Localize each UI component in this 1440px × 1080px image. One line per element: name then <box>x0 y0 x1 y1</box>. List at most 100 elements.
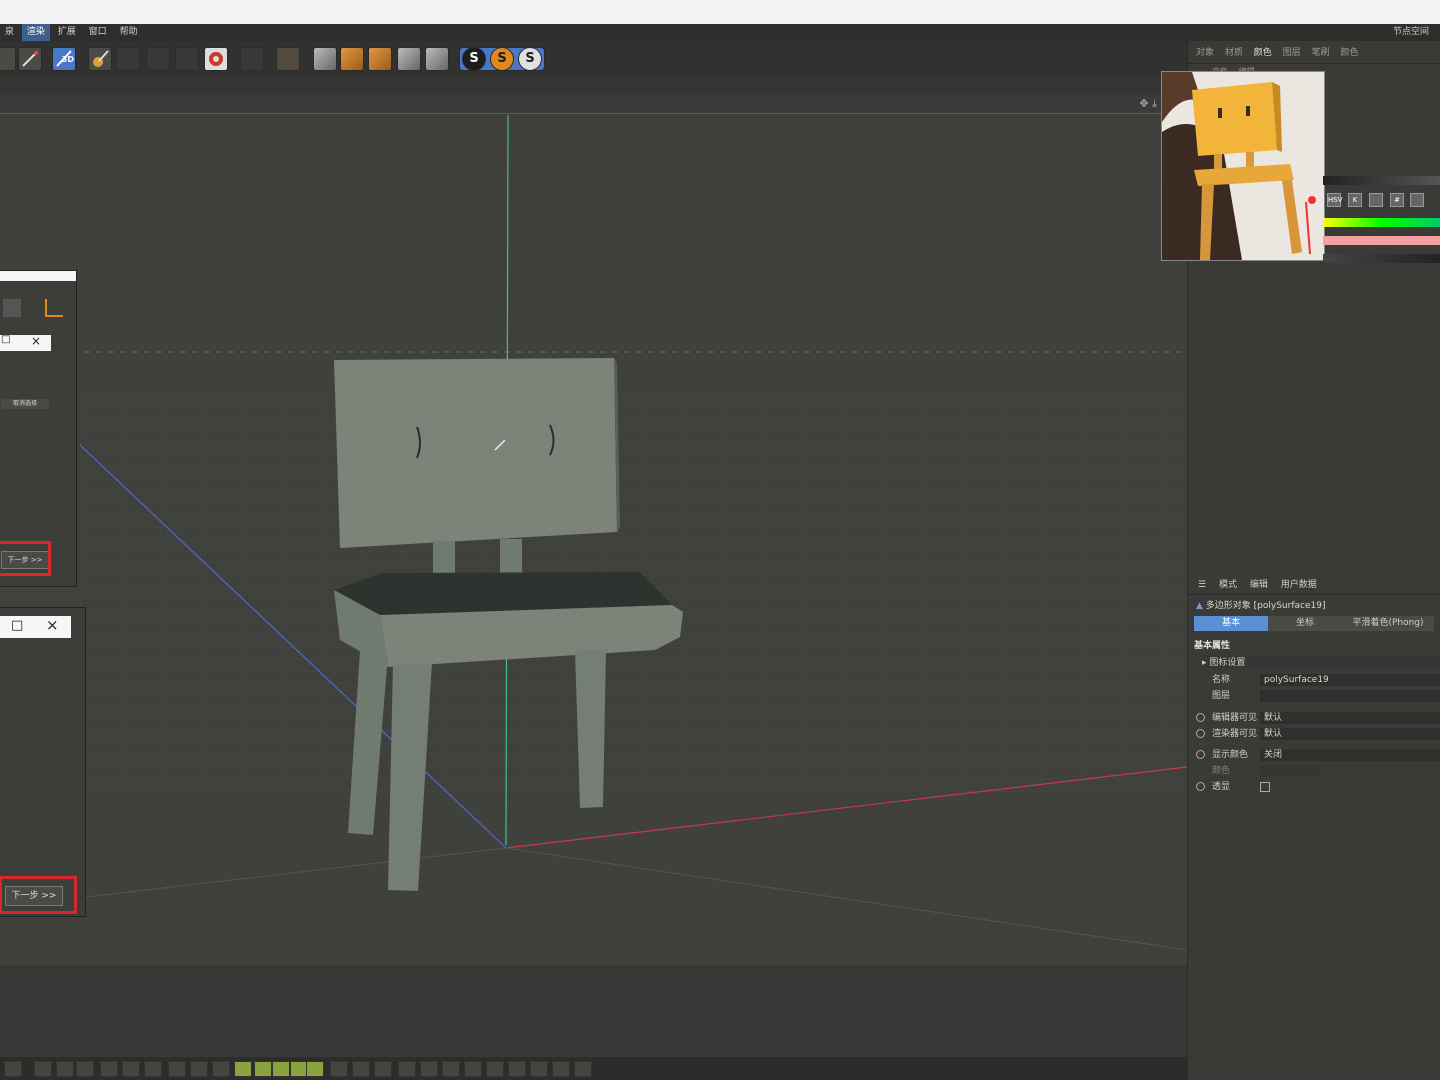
guitar-paint-icon[interactable] <box>88 47 112 71</box>
menu-item-0[interactable]: 泉 <box>0 24 19 41</box>
dialog-inner-titlebar: □ × <box>0 334 51 351</box>
tool-dim-icon[interactable] <box>116 47 140 71</box>
tab-objects[interactable]: 对象 <box>1196 45 1214 58</box>
menu-item-window[interactable]: 窗口 <box>84 24 112 41</box>
animate-radio[interactable] <box>1196 750 1205 759</box>
tab-phong[interactable]: 平滑着色(Phong) <box>1342 616 1434 631</box>
close-icon[interactable]: × <box>31 334 41 348</box>
tool-icon[interactable] <box>352 1061 370 1077</box>
tool-icon[interactable] <box>552 1061 570 1077</box>
tool-icon[interactable] <box>398 1061 416 1077</box>
tool-icon[interactable] <box>212 1061 230 1077</box>
tool-dim-icon[interactable] <box>175 47 199 71</box>
tool-icon[interactable] <box>34 1061 52 1077</box>
tool-icon[interactable] <box>464 1061 482 1077</box>
display-color-label: 显示颜色 <box>1212 750 1249 760</box>
tab-color[interactable]: 颜色 <box>1254 45 1272 58</box>
viewport-scene[interactable] <box>0 95 1187 1055</box>
name-field[interactable]: polySurface19 <box>1260 674 1440 686</box>
tool-icon[interactable] <box>190 1061 208 1077</box>
hamburger-icon[interactable]: ☰ <box>1198 580 1206 590</box>
color-picker[interactable] <box>1323 176 1440 266</box>
snap-icon[interactable] <box>254 1061 272 1077</box>
tab-materials[interactable]: 材质 <box>1225 45 1243 58</box>
tool-icon[interactable] <box>76 1061 94 1077</box>
snap-icon[interactable] <box>234 1061 252 1077</box>
3d-viewport[interactable]: ✥ ⤓ □ × 取消选择 下一步 >> □ × 下一步 >> <box>0 95 1187 1055</box>
attribute-tabs: 基本 坐标 平滑着色(Phong) <box>1194 616 1434 631</box>
k-button[interactable]: K <box>1348 193 1362 207</box>
tool-icon[interactable] <box>374 1061 392 1077</box>
checker-cube-icon[interactable] <box>313 47 337 71</box>
tool-icon[interactable] <box>100 1061 118 1077</box>
dialog-tool-icon[interactable] <box>3 299 21 317</box>
tool-dim-icon[interactable] <box>276 47 300 71</box>
tab-coord[interactable]: 坐标 <box>1268 616 1342 631</box>
menu-item-help[interactable]: 帮助 <box>115 24 143 41</box>
snap-icon[interactable] <box>272 1061 290 1077</box>
tool-icon[interactable] <box>442 1061 460 1077</box>
maximize-icon[interactable]: □ <box>11 618 23 633</box>
color-row: 颜色 <box>1188 764 1440 778</box>
grid-mode-icon[interactable] <box>1369 193 1383 207</box>
tool-icon[interactable] <box>4 1061 22 1077</box>
tool-icon[interactable] <box>574 1061 592 1077</box>
menu-edit[interactable]: 编辑 <box>1250 580 1268 590</box>
hsv-button[interactable]: HSV <box>1327 193 1343 207</box>
corner-icon[interactable] <box>45 299 63 317</box>
highlight-box <box>0 541 51 576</box>
saturation-bar[interactable] <box>1323 236 1440 245</box>
paint-3d-icon[interactable]: 3D <box>52 47 76 71</box>
tool-dim-icon[interactable] <box>240 47 264 71</box>
close-icon[interactable]: × <box>46 616 59 634</box>
maximize-icon[interactable]: □ <box>1 334 10 345</box>
tool-icon[interactable] <box>420 1061 438 1077</box>
menu-user-data[interactable]: 用户数据 <box>1281 580 1317 590</box>
node-space-label[interactable]: 节点空间 <box>1388 24 1434 41</box>
render-visible-select[interactable]: 默认 <box>1260 728 1440 740</box>
layer-field[interactable] <box>1260 690 1440 702</box>
swatch-grid-icon[interactable] <box>1410 193 1424 207</box>
tab-basic[interactable]: 基本 <box>1194 616 1268 631</box>
tool-icon[interactable] <box>0 47 16 71</box>
s-button-orange[interactable]: S <box>490 47 514 71</box>
tool-icon[interactable] <box>330 1061 348 1077</box>
editor-visible-select[interactable]: 默认 <box>1260 712 1440 724</box>
tab-color-2[interactable]: 颜色 <box>1340 45 1358 58</box>
menu-item-extend[interactable]: 扩展 <box>53 24 81 41</box>
deselect-button[interactable]: 取消选择 <box>1 399 49 409</box>
cube-icon[interactable] <box>368 47 392 71</box>
render-visible-label: 渲染器可见 <box>1212 729 1258 739</box>
tool-icon[interactable] <box>56 1061 74 1077</box>
s-button-white[interactable]: S <box>518 47 542 71</box>
tool-icon[interactable] <box>144 1061 162 1077</box>
hue-bar[interactable] <box>1323 218 1440 227</box>
tool-icon[interactable] <box>122 1061 140 1077</box>
value-bar[interactable] <box>1323 176 1440 185</box>
animate-radio[interactable] <box>1196 729 1205 738</box>
xray-checkbox[interactable] <box>1260 782 1270 792</box>
sculpt-brush-icon[interactable] <box>18 47 42 71</box>
tool-dim-icon[interactable] <box>146 47 170 71</box>
tool-icon[interactable] <box>530 1061 548 1077</box>
snap-icon[interactable] <box>306 1061 324 1077</box>
tab-brush[interactable]: 笔刷 <box>1312 45 1330 58</box>
cube-icon[interactable] <box>397 47 421 71</box>
display-color-select[interactable]: 关闭 <box>1260 749 1440 761</box>
tool-icon[interactable] <box>486 1061 504 1077</box>
tab-layers[interactable]: 图层 <box>1283 45 1301 58</box>
cube-icon[interactable] <box>340 47 364 71</box>
icon-settings-group[interactable]: ▸ 图标设置 <box>1202 655 1440 668</box>
render-settings-icon[interactable] <box>204 47 228 71</box>
tool-icon[interactable] <box>508 1061 526 1077</box>
tool-icon[interactable] <box>168 1061 186 1077</box>
s-button-dark[interactable]: S <box>462 47 486 71</box>
animate-radio[interactable] <box>1196 782 1205 791</box>
hex-button[interactable]: # <box>1390 193 1404 207</box>
brightness-bar[interactable] <box>1323 254 1440 263</box>
menu-item-render[interactable]: 渲染 <box>21 24 50 41</box>
animate-radio[interactable] <box>1196 713 1205 722</box>
object-title-text: 多边形对象 [polySurface19] <box>1205 601 1326 611</box>
cube-icon[interactable] <box>425 47 449 71</box>
menu-mode[interactable]: 模式 <box>1219 580 1237 590</box>
